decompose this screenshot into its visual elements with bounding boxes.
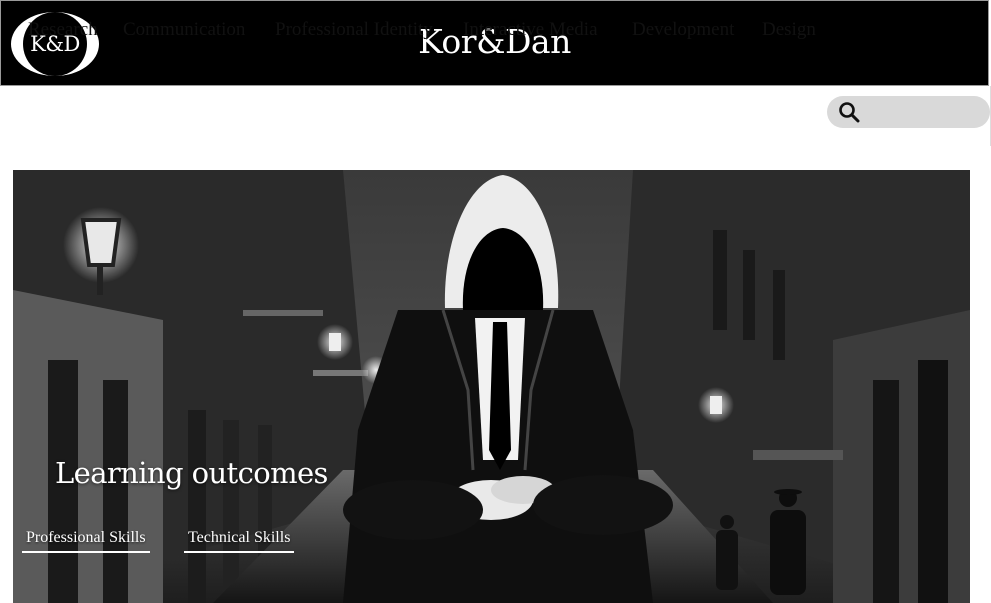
search-icon[interactable] — [838, 101, 860, 123]
professional-skills-link[interactable]: Professional Skills — [22, 529, 150, 553]
nav-item-communication[interactable]: Communication — [123, 19, 245, 41]
hero-illustration — [13, 170, 970, 603]
hero-image — [13, 170, 970, 603]
technical-skills-link[interactable]: Technical Skills — [184, 529, 295, 553]
nav-item-design[interactable]: Design — [762, 19, 816, 41]
search-input[interactable] — [864, 100, 988, 126]
nav-item-interactive-media[interactable]: Interactive Media — [463, 19, 598, 41]
hero-heading: Learning outcomes — [55, 456, 328, 490]
nav-item-development[interactable]: Development — [632, 19, 734, 41]
nav-item-research[interactable]: Research — [28, 19, 98, 41]
nav-item-professional-identity[interactable]: Professional Identity — [275, 19, 433, 41]
